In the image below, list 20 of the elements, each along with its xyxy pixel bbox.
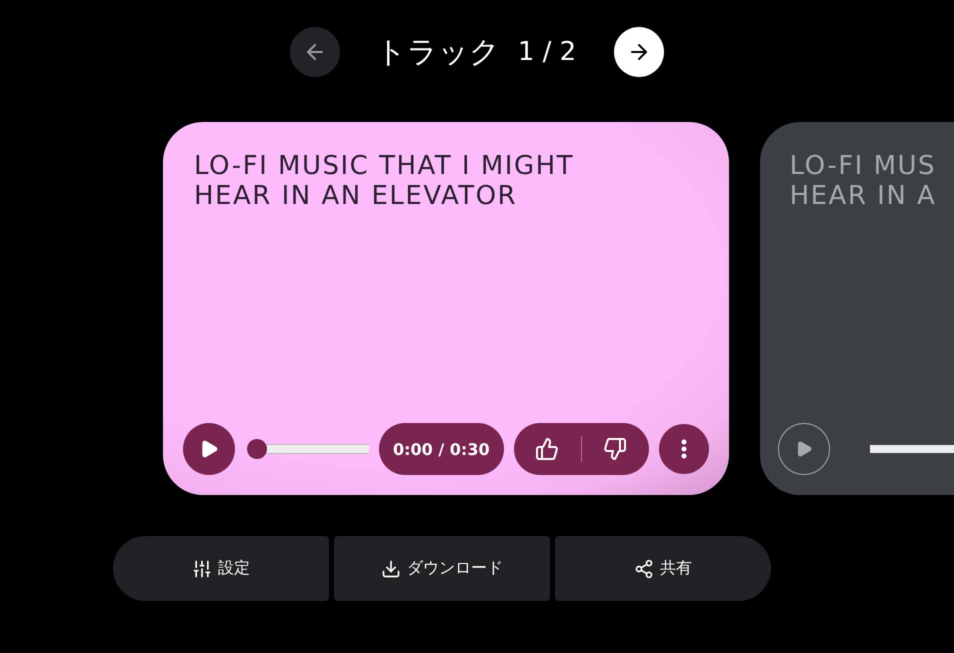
slider-thumb[interactable] [247, 439, 267, 459]
download-icon [381, 558, 401, 578]
time-display: 0:00 / 0:30 [379, 423, 504, 475]
track-counter: 1 / 2 [518, 37, 576, 67]
settings-button[interactable]: 設定 [113, 536, 329, 601]
track-title: LO-FI MUS HEAR IN A [788, 152, 938, 212]
sliders-icon [192, 558, 212, 578]
share-button[interactable]: 共有 [555, 536, 771, 601]
play-button[interactable] [183, 423, 235, 475]
track-card[interactable]: LO-FI MUSIC THAT I MIGHT HEAR IN AN ELEVATOR 0:00 / 0:30 [163, 122, 729, 495]
page-title: トラック [376, 34, 500, 72]
progress-track[interactable] [870, 445, 954, 453]
track-card[interactable]: LO-FI MUS HEAR IN A [760, 122, 954, 495]
track-title: LO-FI MUSIC THAT I MIGHT HEAR IN AN ELEVATOR [193, 152, 576, 212]
share-icon [634, 558, 654, 578]
more-icon [680, 439, 687, 459]
play-button[interactable] [778, 423, 830, 475]
thumbs-down-icon [603, 437, 628, 461]
thumbs-up-icon [535, 437, 560, 461]
download-button[interactable]: ダウンロード [334, 536, 550, 601]
